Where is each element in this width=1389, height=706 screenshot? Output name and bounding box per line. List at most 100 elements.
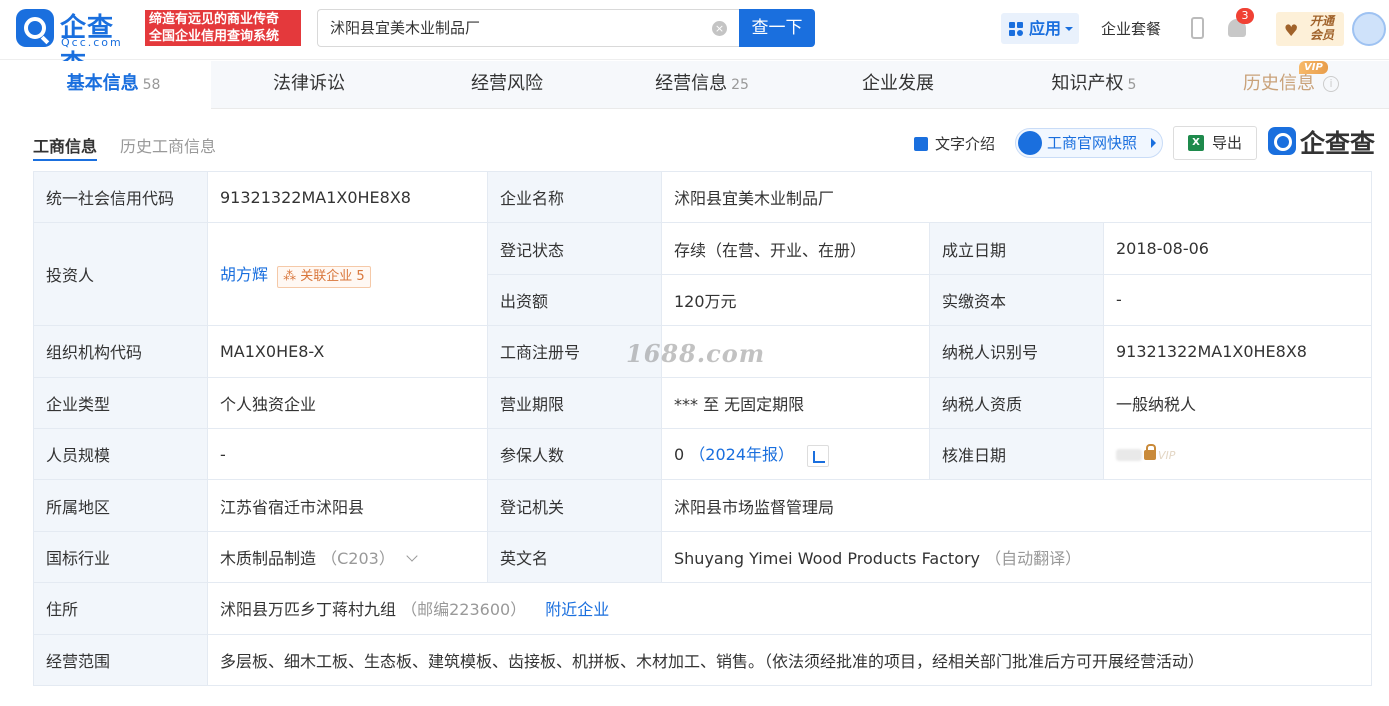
tab-risk[interactable]: 经营风险 — [414, 61, 600, 109]
investor-label: 投资人 — [33, 222, 208, 327]
paid-capital-value: - — [1103, 273, 1372, 327]
chevron-down-icon[interactable] — [406, 550, 418, 562]
tab-history[interactable]: 历史信息 i — [1196, 61, 1386, 109]
apps-label: 应用 — [1029, 19, 1062, 38]
scope-value: 多层板、细木工板、生态板、建筑模板、齿接板、机拼板、木材加工、销售。（依法须经批… — [207, 633, 1372, 686]
mobile-app-icon[interactable] — [1191, 17, 1204, 39]
logo-domain: Qcc.com — [61, 36, 123, 49]
term-value: *** 至 无固定期限 — [661, 376, 930, 429]
vip-lock-label: VIP — [1158, 448, 1176, 462]
staff-value: - — [207, 427, 488, 481]
tab-count: 58 — [142, 77, 161, 93]
insured-year-link[interactable]: （2024年报） — [689, 445, 794, 464]
table-row: 企业类型 个人独资企业 营业期限 *** 至 无固定期限 纳税人资质 一般纳税人 — [33, 376, 1372, 429]
official-snapshot-button[interactable]: 工商官网快照 — [1015, 128, 1163, 158]
approve-cell: VIP — [1103, 427, 1372, 481]
clear-search-icon[interactable]: × — [712, 21, 727, 36]
export-button[interactable]: X 导出 — [1173, 126, 1257, 160]
tab-label: 企业发展 — [862, 73, 934, 94]
investor-cell: 胡方辉 ⁂ 关联企业 5 — [207, 222, 488, 327]
company-tabs: 基本信息 58 法律诉讼 经营风险 经营信息 25 企业发展 知识产权 5 历史信息 i — [16, 61, 1389, 109]
industry-code: （C203） — [321, 548, 395, 568]
insured-label: 参保人数 — [487, 427, 662, 481]
company-name-value: 沭阳县宜美木业制品厂 — [661, 170, 1372, 224]
tab-ip[interactable]: 知识产权 5 — [1001, 61, 1187, 109]
scope-label: 经营范围 — [33, 633, 208, 686]
tab-count: 5 — [1127, 77, 1137, 93]
qcc-logo[interactable]: 企查查 Qcc.com — [16, 9, 140, 80]
industry-label: 国标行业 — [33, 530, 208, 584]
table-row: 统一社会信用代码 91321322MA1X0HE8X8 企业名称 沭阳县宜美木业… — [33, 170, 1372, 224]
excel-icon: X — [1188, 135, 1204, 151]
nearby-companies-link[interactable]: 附近企业 — [545, 600, 609, 619]
tab-legal[interactable]: 法律诉讼 — [216, 61, 402, 109]
staff-label: 人员规模 — [33, 427, 208, 481]
tab-basic-info[interactable]: 基本信息 58 — [16, 61, 211, 109]
snapshot-label: 工商官网快照 — [1047, 134, 1138, 152]
top-header: 企查查 Qcc.com 缔造有远见的商业传奇 全国企业信用查询系统 沭阳县宜美木… — [0, 0, 1389, 80]
open-vip-button[interactable]: ♥ 开通 会员 — [1276, 12, 1344, 46]
postcode: （邮编223600） — [401, 600, 527, 620]
type-value: 个人独资企业 — [207, 376, 488, 429]
slogan-line1: 缔造有远见的商业传奇 — [149, 12, 280, 27]
address-cell: 沭阳县万匹乡丁蒋村九组 （邮编223600） 附近企业 — [207, 582, 1372, 635]
arrow-right-icon — [1151, 138, 1156, 148]
region-value: 江苏省宿迁市沭阳县 — [207, 479, 488, 532]
apps-menu-button[interactable]: 应用 — [1001, 13, 1079, 44]
region-label: 所属地区 — [33, 479, 208, 532]
export-label: 导出 — [1212, 134, 1243, 152]
industry-cell[interactable]: 木质制品制造 （C203） — [207, 530, 488, 584]
english-name-label: 英文名 — [487, 530, 662, 584]
subtab-business-info[interactable]: 工商信息 — [33, 133, 98, 161]
lock-icon[interactable] — [1144, 444, 1156, 461]
address-label: 住所 — [33, 582, 208, 635]
table-row: 经营范围 多层板、细木工板、生态板、建筑模板、齿接板、机拼板、木材加工、销售。（… — [33, 633, 1372, 686]
brand-name: 企查查 — [1300, 129, 1376, 158]
type-label: 企业类型 — [33, 376, 208, 429]
related-network-icon: ⁂ — [283, 268, 297, 284]
tab-operations[interactable]: 经营信息 25 — [609, 61, 795, 109]
authority-label: 登记机关 — [487, 479, 662, 532]
table-row: 人员规模 - 参保人数 0 （2024年报） 核准日期 VIP — [33, 427, 1372, 481]
search-input[interactable]: 沭阳县宜美木业制品厂 — [317, 9, 739, 47]
vip-button-label: 开通 会员 — [1310, 14, 1334, 42]
investor-link[interactable]: 胡方辉 — [220, 265, 268, 284]
watermark: 1688.com — [626, 339, 766, 368]
related-companies-tag[interactable]: ⁂ 关联企业 5 — [277, 265, 371, 288]
trend-chart-icon[interactable] — [807, 444, 830, 467]
insured-value: 0 — [674, 445, 685, 465]
paid-capital-label: 实缴资本 — [929, 273, 1104, 327]
tab-label: 历史信息 — [1243, 73, 1315, 94]
term-label: 营业期限 — [487, 376, 662, 429]
text-intro-label: 文字介绍 — [935, 135, 996, 153]
credit-code-value: 91321322MA1X0HE8X8 — [207, 170, 488, 224]
org-code-label: 组织机构代码 — [33, 325, 208, 378]
business-info-table: 统一社会信用代码 91321322MA1X0HE8X8 企业名称 沭阳县宜美木业… — [33, 170, 1372, 686]
address-value: 沭阳县万匹乡丁蒋村九组 — [220, 600, 397, 620]
vip-badge: VIP — [1299, 61, 1328, 74]
text-intro-button[interactable]: 文字介绍 — [914, 133, 995, 154]
related-count: 5 — [356, 268, 365, 284]
enterprise-package-link[interactable]: 企业套餐 — [1101, 18, 1161, 39]
capital-value: 120万元 — [661, 273, 930, 327]
search-button[interactable]: 查一下 — [739, 9, 815, 47]
tab-label: 基本信息 — [66, 73, 139, 94]
tab-development[interactable]: 企业发展 — [805, 61, 991, 109]
caret-down-icon — [1065, 27, 1073, 35]
tab-label: 知识产权 — [1051, 73, 1124, 94]
auto-translate-note: （自动翻译） — [985, 548, 1082, 568]
vip-line2: 会员 — [1310, 28, 1335, 42]
tab-count: 25 — [731, 77, 749, 93]
english-name-cell: Shuyang Yimei Wood Products Factory （自动翻… — [661, 530, 1372, 584]
founded-value: 2018-08-06 — [1103, 222, 1372, 275]
related-label: 关联企业 — [300, 268, 353, 284]
user-avatar[interactable] — [1352, 12, 1386, 46]
taxpayer-id-value: 91321322MA1X0HE8X8 — [1103, 325, 1372, 378]
capital-label: 出资额 — [487, 273, 662, 327]
subtab-history-business-info[interactable]: 历史工商信息 — [120, 133, 216, 157]
english-name-value: Shuyang Yimei Wood Products Factory — [674, 548, 981, 568]
status-value: 存续（在营、开业、在册） — [661, 222, 930, 275]
tab-label: 经营风险 — [471, 73, 543, 94]
camera-icon — [1018, 131, 1042, 155]
qcc-brand-icon — [1268, 127, 1296, 155]
